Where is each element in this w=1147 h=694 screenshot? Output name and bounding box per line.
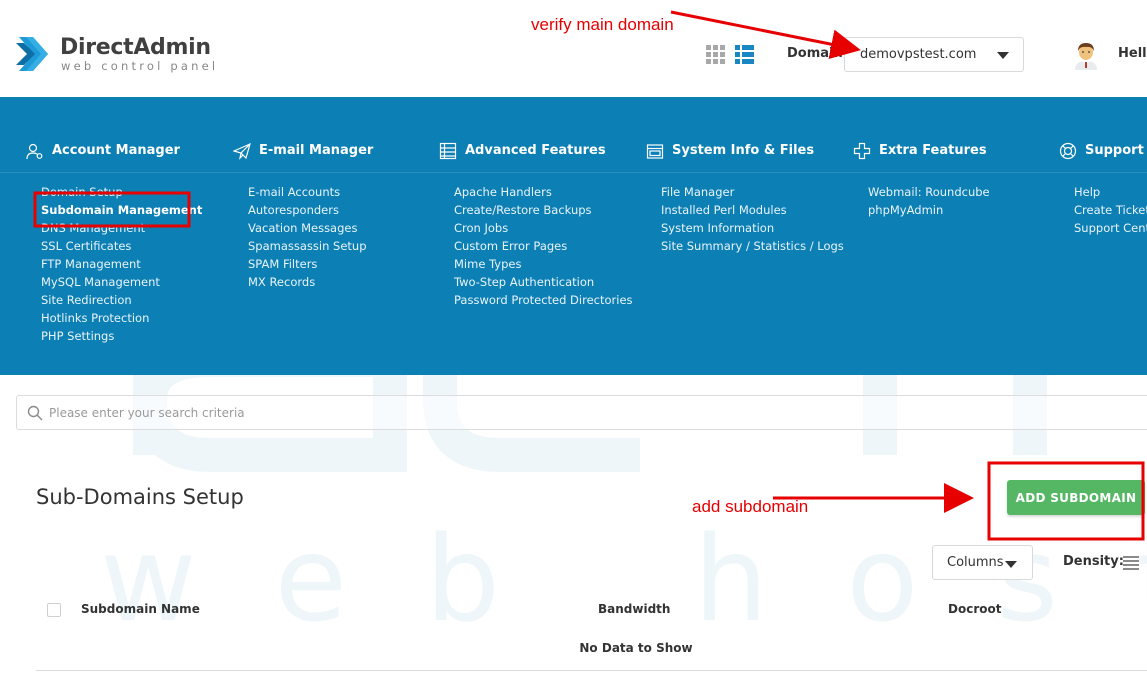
domain-select-value: demovpstest.com (860, 47, 977, 62)
search-input[interactable] (49, 402, 1049, 424)
menu-item-ftp-management[interactable]: FTP Management (41, 255, 202, 273)
user-avatar-icon[interactable] (1072, 40, 1100, 70)
main-menu: Account Manager Domain Setup Subdomain M… (0, 97, 1147, 375)
menu-item-mx-records[interactable]: MX Records (248, 273, 367, 291)
menu-item-hotlinks-protection[interactable]: Hotlinks Protection (41, 309, 202, 327)
select-all-checkbox[interactable] (47, 603, 61, 617)
columns-button-label: Columns (947, 555, 1004, 570)
add-subdomain-button[interactable]: ADD SUBDOMAIN (1007, 480, 1145, 515)
column-header-subdomain-name[interactable]: Subdomain Name (81, 602, 200, 616)
menu-item-email-accounts[interactable]: E-mail Accounts (248, 183, 367, 201)
list-sliders-icon (439, 142, 457, 160)
menu-heading-label: Support & Help (1085, 143, 1147, 158)
page: web hosting DirectAdmin web control pane… (0, 0, 1147, 694)
menu-item-site-summary[interactable]: Site Summary / Statistics / Logs (661, 237, 844, 255)
lifebuoy-icon (1059, 142, 1077, 160)
column-header-bandwidth[interactable]: Bandwidth (598, 602, 670, 616)
greeting-text[interactable]: Hello (1118, 46, 1147, 61)
menu-list-extra-features: Webmail: Roundcube phpMyAdmin (868, 183, 990, 219)
menu-item-mime-types[interactable]: Mime Types (454, 255, 633, 273)
directadmin-logo[interactable]: DirectAdmin web control panel (16, 33, 215, 77)
menu-item-create-restore-backups[interactable]: Create/Restore Backups (454, 201, 633, 219)
menu-item-support-center[interactable]: Support Center (1074, 219, 1147, 237)
menu-item-help[interactable]: Help (1074, 183, 1147, 201)
menu-item-spamassassin-setup[interactable]: Spamassassin Setup (248, 237, 367, 255)
plus-cross-icon (853, 142, 871, 160)
menu-heading-label: Account Manager (52, 143, 180, 158)
menu-item-apache-handlers[interactable]: Apache Handlers (454, 183, 633, 201)
columns-button[interactable]: Columns (932, 545, 1033, 580)
menu-item-system-information[interactable]: System Information (661, 219, 844, 237)
empty-state-text: No Data to Show (579, 641, 693, 655)
chevron-down-icon (997, 52, 1009, 59)
menu-item-subdomain-management[interactable]: Subdomain Management (41, 201, 202, 219)
menu-item-installed-perl-modules[interactable]: Installed Perl Modules (661, 201, 844, 219)
menu-item-vacation-messages[interactable]: Vacation Messages (248, 219, 367, 237)
menu-heading-label: E-mail Manager (259, 143, 374, 158)
menu-item-create-ticket[interactable]: Create Ticket (1074, 201, 1147, 219)
menu-list-advanced-features: Apache Handlers Create/Restore Backups C… (454, 183, 633, 309)
domain-select[interactable]: demovpstest.com (844, 37, 1024, 72)
menu-item-autoresponders[interactable]: Autoresponders (248, 201, 367, 219)
folder-window-icon (646, 144, 664, 159)
menu-item-phpmyadmin[interactable]: phpMyAdmin (868, 201, 990, 219)
paper-plane-icon (233, 142, 251, 160)
menu-heading-label: System Info & Files (672, 143, 815, 158)
list-view-icon[interactable] (735, 45, 754, 64)
table-header: Subdomain Name Bandwidth Docroot (36, 595, 1147, 625)
menu-item-webmail-roundcube[interactable]: Webmail: Roundcube (868, 183, 990, 201)
menu-item-file-manager[interactable]: File Manager (661, 183, 844, 201)
menu-item-mysql-management[interactable]: MySQL Management (41, 273, 202, 291)
column-header-docroot[interactable]: Docroot (948, 602, 1001, 616)
menu-item-domain-setup[interactable]: Domain Setup (41, 183, 202, 201)
menu-item-custom-error-pages[interactable]: Custom Error Pages (454, 237, 633, 255)
menu-item-php-settings[interactable]: PHP Settings (41, 327, 202, 345)
annotation-add-subdomain: add subdomain (692, 497, 809, 516)
density-label: Density: (1063, 554, 1124, 569)
menu-item-ssl-certificates[interactable]: SSL Certificates (41, 237, 202, 255)
menu-item-cron-jobs[interactable]: Cron Jobs (454, 219, 633, 237)
menu-item-spam-filters[interactable]: SPAM Filters (248, 255, 367, 273)
menu-list-account-manager: Domain Setup Subdomain Management DNS Ma… (41, 183, 202, 345)
menu-list-support-help: Help Create Ticket Support Center (1074, 183, 1147, 237)
table-bottom-border (36, 670, 1147, 671)
directadmin-logo-icon (16, 37, 48, 71)
annotation-verify-main-domain: verify main domain (531, 15, 674, 34)
logo-name: DirectAdmin (60, 35, 211, 60)
menu-heading-label: Advanced Features (465, 143, 606, 158)
menu-divider (0, 172, 1147, 173)
menu-list-email-manager: E-mail Accounts Autoresponders Vacation … (248, 183, 367, 291)
user-gear-icon (26, 143, 43, 160)
search-icon (27, 405, 43, 421)
menu-item-site-redirection[interactable]: Site Redirection (41, 291, 202, 309)
logo-tagline: web control panel (61, 59, 219, 73)
menu-item-password-protected-directories[interactable]: Password Protected Directories (454, 291, 633, 309)
grid-view-icon[interactable] (706, 45, 725, 64)
chevron-down-icon (1005, 561, 1017, 568)
density-icon[interactable] (1123, 555, 1139, 571)
menu-item-dns-management[interactable]: DNS Management (41, 219, 202, 237)
menu-list-system-info-files: File Manager Installed Perl Modules Syst… (661, 183, 844, 255)
domain-label: Domain (787, 46, 843, 61)
menu-item-two-step-authentication[interactable]: Two-Step Authentication (454, 273, 633, 291)
menu-heading-label: Extra Features (879, 143, 987, 158)
search-bar (16, 395, 1147, 430)
page-title: Sub-Domains Setup (36, 485, 244, 509)
